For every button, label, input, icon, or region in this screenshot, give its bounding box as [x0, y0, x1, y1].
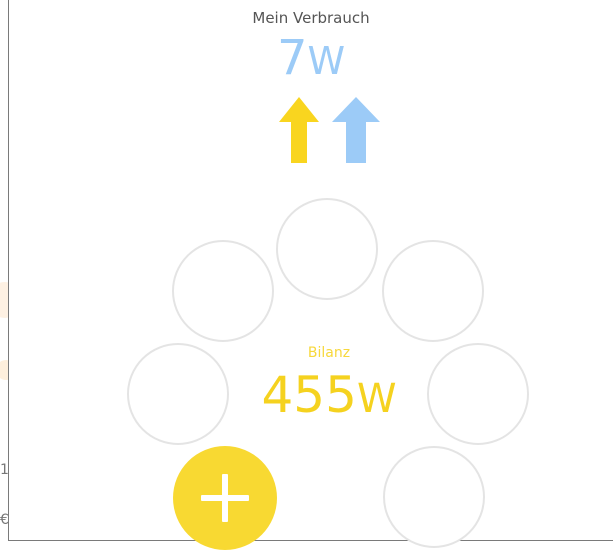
balance-label: Bilanz: [307, 345, 351, 361]
device-slot[interactable]: [382, 240, 484, 342]
balance-number: 455: [261, 366, 357, 424]
plus-icon: [201, 474, 249, 522]
balance-unit: W: [356, 376, 397, 422]
consumption-number: 7: [276, 30, 308, 86]
device-slot[interactable]: [172, 240, 274, 342]
device-slot[interactable]: [127, 343, 229, 445]
consumption-unit: W: [307, 39, 346, 83]
device-slot[interactable]: [427, 343, 529, 445]
arrow-up-icon: [279, 97, 319, 163]
balance-value: 455W: [231, 366, 427, 428]
consumption-label: Mein Verbrauch: [252, 9, 370, 27]
consumption-value: 7W: [9, 30, 613, 89]
energy-panel: Mein Verbrauch 7W Bilanz 455W: [8, 0, 613, 550]
device-slot[interactable]: [383, 446, 485, 548]
arrow-up-icon: [332, 97, 380, 163]
add-device-button[interactable]: [173, 446, 277, 550]
device-slot[interactable]: [276, 198, 378, 300]
